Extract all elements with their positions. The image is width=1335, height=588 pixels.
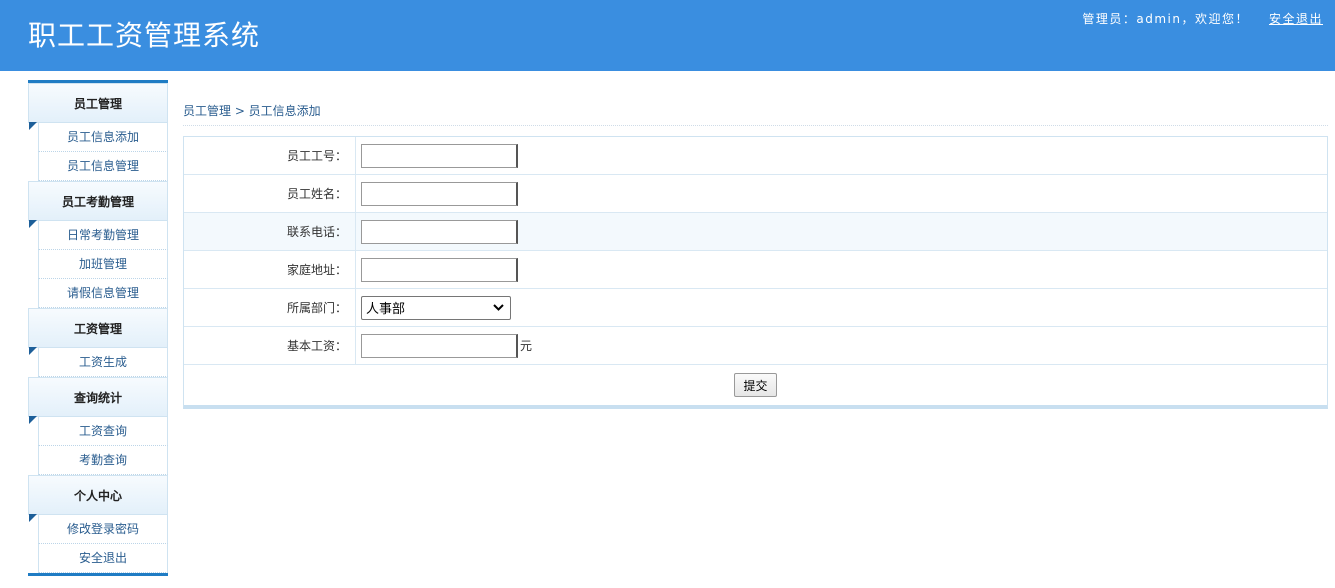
corner-triangle-icon bbox=[29, 122, 37, 130]
name-label: 员工姓名： bbox=[184, 175, 356, 212]
sidebar-section-salary[interactable]: 工资管理 bbox=[28, 308, 168, 355]
salary-unit: 元 bbox=[520, 339, 533, 353]
welcome-text: 管理员：admin，欢迎您！ bbox=[1082, 12, 1249, 26]
sidebar-section-query[interactable]: 查询统计 bbox=[28, 377, 168, 424]
chevron-down-icon bbox=[493, 304, 504, 311]
app-header: 职工工资管理系统 管理员：admin，欢迎您！ 安全退出 bbox=[0, 0, 1335, 71]
logout-link[interactable]: 安全退出 bbox=[1269, 10, 1323, 27]
sidebar-item-leave[interactable]: 请假信息管理 bbox=[38, 279, 168, 308]
sidebar-section-label: 个人中心 bbox=[73, 489, 122, 503]
form-row-dept: 所属部门： 人事部 bbox=[184, 289, 1327, 327]
form-row-submit: 提交 bbox=[184, 365, 1327, 405]
form-row-salary: 基本工资： 元 bbox=[184, 327, 1327, 365]
sidebar-item-generate-salary[interactable]: 工资生成 bbox=[38, 348, 168, 377]
sidebar-section-label: 查询统计 bbox=[73, 391, 122, 405]
salary-label: 基本工资： bbox=[184, 327, 356, 364]
sidebar-section-employee[interactable]: 员工管理 bbox=[28, 83, 168, 130]
sidebar-item-change-password[interactable]: 修改登录密码 bbox=[38, 515, 168, 544]
dept-selected-value: 人事部 bbox=[366, 302, 406, 317]
form-row-emp-no: 员工工号： bbox=[184, 137, 1327, 175]
submit-button[interactable]: 提交 bbox=[734, 373, 777, 397]
corner-triangle-icon bbox=[29, 347, 37, 355]
sidebar-section-label: 工资管理 bbox=[73, 322, 122, 336]
emp-no-label: 员工工号： bbox=[184, 137, 356, 174]
sidebar-item-logout[interactable]: 安全退出 bbox=[38, 544, 168, 573]
salary-input[interactable] bbox=[361, 333, 518, 358]
sidebar-item-daily-attendance[interactable]: 日常考勤管理 bbox=[38, 221, 168, 250]
sidebar-item-add-employee[interactable]: 员工信息添加 bbox=[38, 123, 168, 152]
sidebar-item-salary-query[interactable]: 工资查询 bbox=[38, 417, 168, 446]
sidebar-section-label: 员工管理 bbox=[73, 97, 122, 111]
sidebar-nav: 员工管理 员工信息添加 员工信息管理 员工考勤管理 日常考勤管理 加班管理 请假… bbox=[28, 80, 168, 576]
app-title: 职工工资管理系统 bbox=[28, 19, 261, 52]
address-label: 家庭地址： bbox=[184, 251, 356, 288]
dept-label: 所属部门： bbox=[184, 289, 356, 326]
phone-label: 联系电话： bbox=[184, 213, 356, 250]
breadcrumb: 员工管理 > 员工信息添加 bbox=[183, 100, 1328, 126]
dept-select[interactable]: 人事部 bbox=[361, 295, 511, 320]
sidebar-item-attendance-query[interactable]: 考勤查询 bbox=[38, 446, 168, 475]
corner-triangle-icon bbox=[29, 514, 37, 522]
employee-add-form: 员工工号： 员工姓名： 联系电话： 家庭地址： 所属部门： 人事部 基本工资： bbox=[183, 136, 1328, 409]
sidebar-item-overtime[interactable]: 加班管理 bbox=[38, 250, 168, 279]
sidebar-item-manage-employee[interactable]: 员工信息管理 bbox=[38, 152, 168, 181]
sidebar-section-profile[interactable]: 个人中心 bbox=[28, 475, 168, 522]
form-row-phone: 联系电话： bbox=[184, 213, 1327, 251]
form-row-address: 家庭地址： bbox=[184, 251, 1327, 289]
name-input[interactable] bbox=[361, 181, 518, 206]
main-content: 员工管理 > 员工信息添加 员工工号： 员工姓名： 联系电话： 家庭地址： 所属… bbox=[183, 100, 1328, 409]
emp-no-input[interactable] bbox=[361, 143, 518, 168]
form-row-name: 员工姓名： bbox=[184, 175, 1327, 213]
sidebar-section-attendance[interactable]: 员工考勤管理 bbox=[28, 181, 168, 228]
address-input[interactable] bbox=[361, 257, 518, 282]
corner-triangle-icon bbox=[29, 220, 37, 228]
phone-input[interactable] bbox=[361, 219, 518, 244]
sidebar-section-label: 员工考勤管理 bbox=[61, 195, 134, 209]
sidebar-bottom-bar bbox=[28, 573, 168, 576]
corner-triangle-icon bbox=[29, 416, 37, 424]
